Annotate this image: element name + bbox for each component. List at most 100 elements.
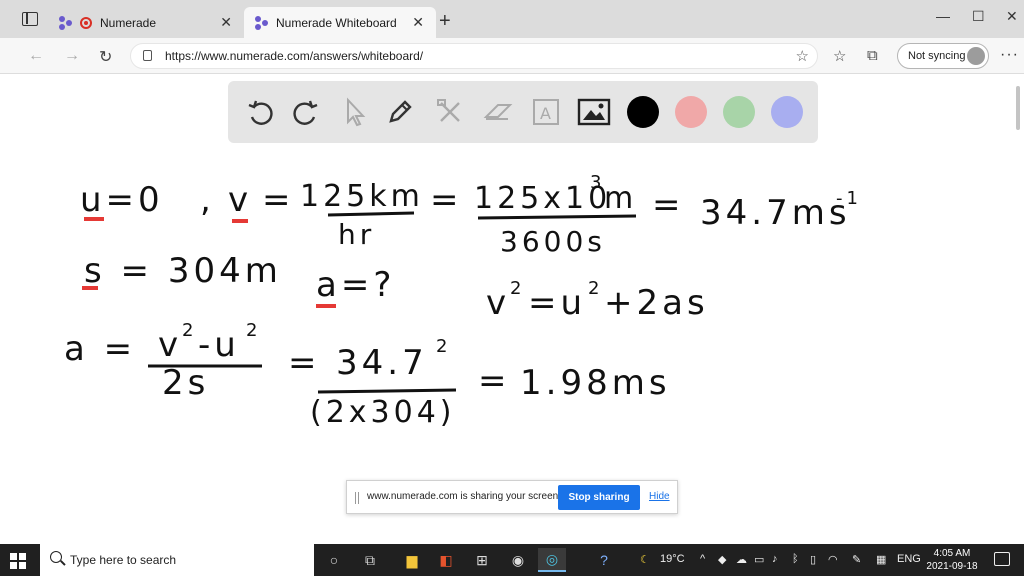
avatar: [967, 47, 985, 65]
minimize-icon[interactable]: —: [936, 8, 950, 24]
pen-icon[interactable]: [380, 93, 420, 131]
taskbar-search-input[interactable]: Type here to search: [40, 544, 314, 576]
clock-date: 2021-09-18: [926, 561, 978, 572]
show-hidden-icons-icon[interactable]: ^: [700, 553, 705, 565]
store-icon[interactable]: ⊞: [468, 548, 496, 572]
new-tab-icon[interactable]: +: [439, 11, 451, 31]
screen: Numerade ✕ Numerade Whiteboard ✕ + — ☐ ✕…: [0, 0, 1024, 576]
pen-workspace-icon[interactable]: ✎: [852, 553, 861, 566]
notifications-icon[interactable]: [994, 552, 1010, 566]
maximize-icon[interactable]: ☐: [972, 8, 985, 25]
language-indicator[interactable]: ENG: [897, 553, 921, 565]
image-icon[interactable]: [574, 93, 614, 131]
ink-frac1-v: v: [158, 325, 182, 365]
whiteboard-page: u=0 , v = 125km hr = 125x10 3 m 3600s = …: [0, 74, 1024, 544]
ink-formula-equals-u: =u: [528, 283, 586, 323]
windows-start-icon[interactable]: [10, 553, 26, 569]
back-icon[interactable]: ←: [28, 47, 44, 65]
text-icon[interactable]: A: [526, 93, 566, 131]
favorites-icon[interactable]: ☆: [833, 47, 846, 65]
screen-sharing-bar: www.numerade.com is sharing your screen.…: [346, 480, 678, 514]
refresh-icon[interactable]: ↻: [99, 47, 112, 67]
ink-exponent-2: 2: [182, 320, 197, 341]
color-red-swatch[interactable]: [675, 96, 707, 128]
ink-comma: ,: [200, 180, 215, 220]
undo-icon[interactable]: [240, 93, 280, 131]
navigation-bar: ← → ↻ https://www.numerade.com/answers/w…: [0, 38, 1024, 74]
red-underline-s: [82, 286, 98, 290]
hide-link[interactable]: Hide: [649, 491, 670, 502]
keyboard-icon[interactable]: ▦: [876, 553, 886, 566]
weather-temperature[interactable]: 19°C: [660, 553, 685, 565]
color-green-swatch[interactable]: [723, 96, 755, 128]
file-explorer-icon[interactable]: ▆: [398, 548, 426, 572]
weather-moon-icon[interactable]: ☾: [640, 553, 650, 566]
red-underline-a: [316, 304, 336, 308]
color-black-swatch[interactable]: [627, 96, 659, 128]
ink-unit-m: m: [604, 181, 637, 216]
pointer-icon[interactable]: [334, 93, 374, 131]
network-icon[interactable]: ▭: [754, 553, 764, 566]
dropbox-icon[interactable]: ◆: [718, 553, 726, 566]
tab-actions-icon[interactable]: [22, 12, 38, 26]
ink-fraction-bar: [317, 388, 457, 394]
forward-icon[interactable]: →: [64, 47, 80, 65]
numerade-logo-icon: [254, 15, 270, 31]
obs-icon[interactable]: ◉: [504, 548, 532, 572]
close-tab-icon[interactable]: ✕: [412, 14, 424, 31]
bluetooth-icon[interactable]: ᛒ: [792, 553, 799, 565]
eraser-icon[interactable]: [478, 93, 518, 131]
ink-equals: =: [478, 361, 511, 401]
ink-34-7-ms: 34.7ms: [700, 193, 851, 233]
help-icon[interactable]: ?: [590, 548, 618, 572]
numerade-logo-icon: [58, 15, 74, 31]
scrollbar-thumb[interactable]: [1016, 86, 1020, 130]
battery-icon[interactable]: ▯: [810, 553, 816, 566]
whiteboard-canvas[interactable]: u=0 , v = 125km hr = 125x10 3 m 3600s = …: [0, 74, 1024, 544]
tab-numerade-whiteboard[interactable]: Numerade Whiteboard ✕: [244, 7, 436, 38]
volume-icon[interactable]: ♪: [772, 553, 778, 565]
ink-equals: =: [288, 343, 321, 383]
url-text[interactable]: https://www.numerade.com/answers/whitebo…: [165, 49, 423, 63]
cloud-icon[interactable]: ☁: [736, 553, 747, 566]
ink-formula-v: v: [486, 283, 510, 323]
collections-icon[interactable]: ⧉: [867, 47, 878, 64]
ink-exponent-2: 2: [588, 278, 603, 299]
ink-u-equals-zero: u=0: [80, 180, 164, 220]
redo-icon[interactable]: [286, 93, 326, 131]
lock-icon[interactable]: [143, 50, 152, 61]
search-icon: [50, 551, 62, 563]
color-blue-swatch[interactable]: [771, 96, 803, 128]
ink-formula-plus-2as: +2as: [604, 283, 709, 323]
whiteboard-toolbar: A: [228, 81, 818, 143]
ink-frac1-2s: 2s: [162, 363, 209, 403]
ink-frac2-2x304: (2x304): [310, 395, 456, 430]
tab-label: Numerade Whiteboard: [276, 15, 397, 30]
svg-text:A: A: [540, 104, 551, 123]
sharing-message: www.numerade.com is sharing your screen.: [367, 491, 561, 502]
profile-sync-button[interactable]: Not syncing: [897, 43, 989, 69]
search-placeholder: Type here to search: [70, 553, 177, 567]
task-view-icon[interactable]: ⧉: [356, 548, 384, 572]
system-clock[interactable]: 4:05 AM 2021-09-18: [924, 547, 980, 573]
close-window-icon[interactable]: ✕: [1006, 8, 1018, 25]
ink-fraction-bar: [477, 214, 637, 220]
ink-a-equals-question: a=?: [316, 265, 395, 305]
drag-handle-icon[interactable]: [355, 492, 359, 504]
more-options-icon[interactable]: ···: [1000, 46, 1019, 64]
ink-125km: 125km: [300, 179, 424, 214]
close-tab-icon[interactable]: ✕: [220, 14, 232, 31]
office-icon[interactable]: ◧: [432, 548, 460, 572]
stop-sharing-button[interactable]: Stop sharing: [558, 485, 640, 510]
tab-numerade[interactable]: Numerade ✕: [48, 7, 244, 38]
cortana-icon[interactable]: ○: [320, 548, 348, 572]
edge-icon[interactable]: ◎: [538, 548, 566, 572]
recording-icon: [80, 16, 92, 29]
ink-s-equals-304m: s = 304m: [84, 251, 282, 291]
tools-icon[interactable]: [430, 93, 470, 131]
ink-hr: hr: [338, 218, 375, 251]
wifi-icon[interactable]: ◠: [828, 553, 838, 566]
ink-fraction-bar: [327, 211, 415, 217]
address-bar[interactable]: https://www.numerade.com/answers/whitebo…: [130, 43, 818, 69]
favorite-star-icon[interactable]: ☆: [796, 47, 809, 65]
